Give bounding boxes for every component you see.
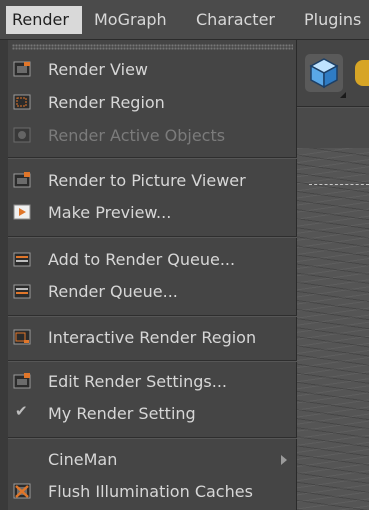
menu-item-label: Add to Render Queue...: [48, 250, 236, 269]
menu-mograph[interactable]: MoGraph: [88, 6, 173, 34]
menu-render[interactable]: Render: [6, 6, 82, 34]
menu-item-label: Flush Illumination Caches: [48, 482, 253, 501]
menu-separator: [8, 157, 297, 159]
picture-viewer-icon: [13, 172, 31, 188]
cube-tool-button[interactable]: [305, 54, 343, 92]
menu-item-render-region[interactable]: Render Region: [8, 89, 297, 117]
checkmark-icon: ✔: [15, 402, 28, 420]
menu-item-render-to-picture-viewer[interactable]: Render to Picture Viewer: [8, 167, 297, 195]
render-region-icon: [13, 94, 31, 110]
menu-item-render-view[interactable]: Render View: [8, 56, 297, 84]
menu-item-label: Render Region: [48, 93, 165, 112]
render-queue-icon: [13, 284, 31, 299]
tearoff-handle[interactable]: [12, 44, 293, 50]
menu-item-label: My Render Setting: [48, 404, 196, 423]
menu-item-cineman[interactable]: CineMan: [8, 446, 297, 474]
menu-item-edit-render-settings[interactable]: Edit Render Settings...: [8, 368, 297, 396]
menu-item-label: Interactive Render Region: [48, 328, 257, 347]
render-view-icon: [13, 61, 31, 77]
menu-separator: [8, 360, 297, 362]
menu-separator: [8, 437, 297, 439]
render-settings-icon: [13, 373, 31, 389]
menu-item-make-preview[interactable]: Make Preview...: [8, 199, 297, 227]
menu-plugins[interactable]: Plugins: [298, 6, 367, 34]
menu-separator: [8, 236, 297, 238]
menu-item-label: Make Preview...: [48, 203, 172, 222]
menu-item-label: CineMan: [48, 450, 118, 469]
add-render-queue-icon: [13, 252, 31, 267]
menu-item-interactive-render-region[interactable]: Interactive Render Region: [8, 324, 297, 352]
submenu-arrow-icon: [281, 455, 287, 465]
menu-item-label: Edit Render Settings...: [48, 372, 227, 391]
menu-item-add-to-render-queue[interactable]: Add to Render Queue...: [8, 246, 297, 274]
menu-item-flush-illumination-caches[interactable]: Flush Illumination Caches: [8, 478, 297, 506]
interactive-render-region-icon: [13, 329, 31, 345]
menu-item-label: Render Queue...: [48, 282, 178, 301]
render-active-objects-icon: [13, 127, 31, 143]
menu-character[interactable]: Character: [190, 6, 281, 34]
submenu-corner-icon: [340, 92, 346, 98]
menu-item-label: Render to Picture Viewer: [48, 171, 246, 190]
menu-separator: [8, 315, 297, 317]
menu-item-label: Render View: [48, 60, 149, 79]
menu-item-my-render-setting[interactable]: ✔ My Render Setting: [8, 400, 297, 428]
viewport-guide-line: [309, 184, 369, 185]
viewport-header: [297, 108, 369, 149]
tool-icon-partial[interactable]: [355, 60, 369, 86]
menu-item-render-active-objects: Render Active Objects: [8, 122, 297, 150]
viewport[interactable]: [297, 148, 369, 510]
menu-item-render-queue[interactable]: Render Queue...: [8, 278, 297, 306]
menu-bar: Render MoGraph Character Plugins: [0, 0, 369, 40]
make-preview-icon: [13, 204, 31, 220]
render-menu-dropdown: Render View Render Region Render Active …: [8, 40, 297, 510]
menu-item-label: Render Active Objects: [48, 126, 226, 145]
cube-icon: [309, 58, 339, 89]
flush-caches-icon: [13, 483, 31, 499]
